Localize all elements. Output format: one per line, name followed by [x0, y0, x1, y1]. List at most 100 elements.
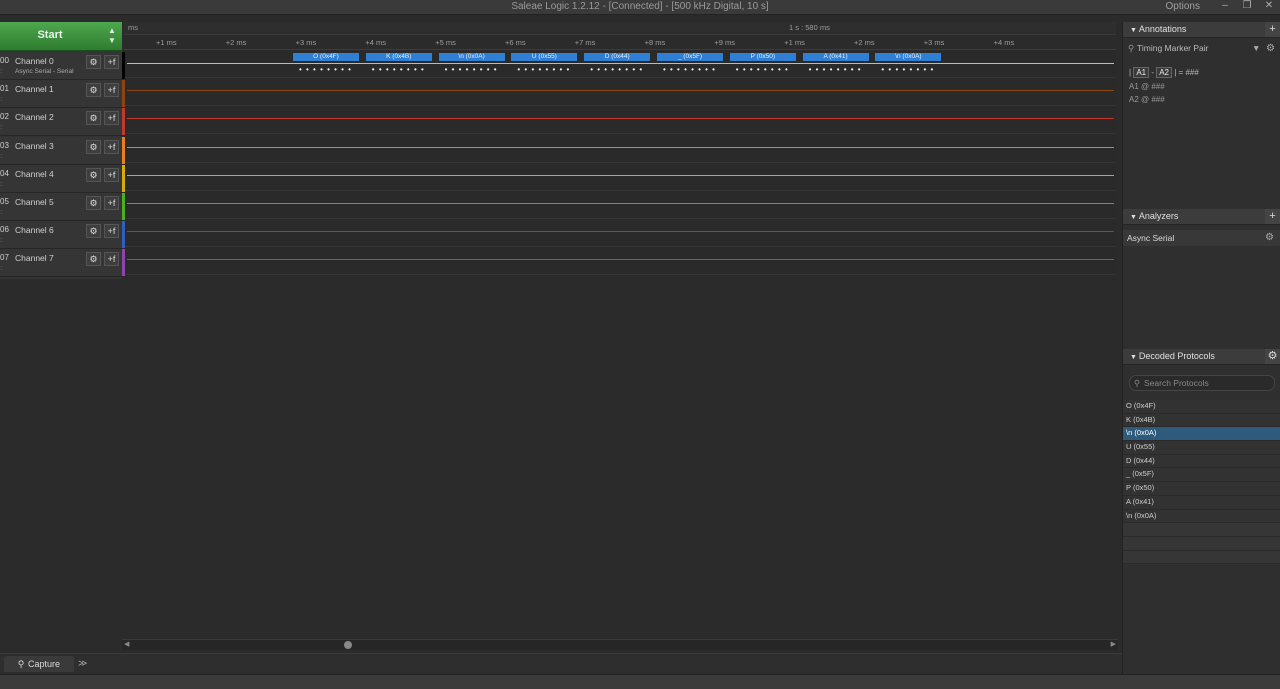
timeline-ruler[interactable]: +1 ms +2 ms +3 ms +4 ms +5 ms +6 ms +7 ms +8 ms…	[124, 35, 1116, 50]
annotations-settings-gear-icon[interactable]: ⚙	[1266, 43, 1275, 54]
scroll-thumb[interactable]	[344, 641, 352, 649]
start-up-arrow-icon[interactable]: ▲	[107, 27, 117, 35]
channel-settings-gear-icon[interactable]: ⚙	[86, 55, 101, 69]
drag-handle-icon[interactable]: :::	[0, 154, 3, 160]
channel-row-0[interactable]: 00 Channel 0 Async Serial - Serial::: ⚙ +f	[0, 52, 122, 80]
decoded-protocol-item[interactable]: P (0x50)	[1123, 482, 1280, 496]
waveform-lane-4[interactable]	[124, 163, 1116, 191]
search-protocols-input[interactable]: ⚲ Search Protocols	[1129, 375, 1275, 391]
decoded-frame-bubble[interactable]: \n (0x0A)	[875, 53, 942, 61]
trigger-button[interactable]: +f	[104, 111, 119, 126]
decoded-protocol-item[interactable]: A (0x41)	[1123, 495, 1280, 510]
trigger-button[interactable]: +f	[104, 252, 119, 267]
channel-settings-gear-icon[interactable]: ⚙	[86, 83, 101, 98]
start-down-arrow-icon[interactable]: ▼	[107, 37, 117, 45]
channel-name[interactable]: Channel 6	[15, 225, 54, 235]
decoded-protocol-item[interactable]: \n (0x0A)	[1123, 509, 1280, 524]
decoded-protocol-item[interactable]: K (0x4B)	[1123, 413, 1280, 428]
decoded-protocol-list[interactable]: O (0x4F) K (0x4B) \n (0x0A) U (0x55) D (0x44…	[1123, 400, 1280, 565]
decoded-protocol-item[interactable]: O (0x4F)	[1123, 400, 1280, 414]
channel-settings-gear-icon[interactable]: ⚙	[86, 224, 101, 239]
close-button[interactable]: ✕	[1258, 0, 1280, 14]
minimize-button[interactable]: –	[1214, 0, 1236, 14]
waveform-lane-7[interactable]	[124, 247, 1116, 276]
signal-line	[127, 90, 1114, 92]
start-button[interactable]: Start ▲ ▼	[0, 22, 122, 51]
add-analyzer-button[interactable]: +	[1265, 209, 1280, 224]
channel-row-7[interactable]: 07 Channel 7::: ⚙ +f	[0, 249, 122, 278]
decoded-protocol-item[interactable]: U (0x55)	[1123, 441, 1280, 455]
waveform-lane-2[interactable]	[124, 106, 1116, 135]
a2-marker-button[interactable]: A2	[1156, 67, 1173, 78]
channel-name[interactable]: Channel 7	[15, 253, 54, 263]
trigger-button[interactable]: +f	[104, 196, 119, 210]
options-menu[interactable]: Options	[1166, 1, 1200, 12]
channel-name[interactable]: Channel 1	[15, 84, 54, 94]
more-tabs-button[interactable]: ≫	[78, 658, 87, 669]
drag-handle-icon[interactable]: :::	[0, 238, 3, 244]
channel-settings-gear-icon[interactable]: ⚙	[86, 111, 101, 126]
decoded-protocols-header[interactable]: Decoded Protocols ⚙	[1123, 349, 1280, 365]
analyzers-header[interactable]: Analyzers +	[1123, 209, 1280, 225]
trigger-button[interactable]: +f	[104, 224, 119, 239]
waveform-lane-0[interactable]: O (0x4F) • • • • • • • • K (0x4B) • • • • •…	[124, 50, 1116, 78]
restore-button[interactable]: ❐	[1236, 0, 1258, 14]
channel-row-3[interactable]: 03 Channel 3::: ⚙ +f	[0, 136, 122, 165]
dropdown-chevron-icon[interactable]: ▼	[1252, 43, 1260, 53]
channel-row-5[interactable]: 05 Channel 5::: ⚙ +f	[0, 193, 122, 221]
annotations-title: Annotations	[1130, 24, 1187, 34]
channel-settings-gear-icon[interactable]: ⚙	[86, 167, 101, 182]
decoded-frame-bubble[interactable]: D (0x44)	[584, 53, 651, 61]
waveform-lane-1[interactable]	[124, 78, 1116, 107]
waveform-lane-6[interactable]	[124, 219, 1116, 248]
analyzer-item[interactable]: Async Serial ⚙	[1123, 230, 1280, 246]
capture-tab[interactable]: ⚲ Capture	[4, 656, 74, 672]
drag-handle-icon[interactable]: :::	[0, 125, 3, 131]
decoded-frame-bubble[interactable]: O (0x4F)	[293, 53, 359, 61]
channel-name[interactable]: Channel 4	[15, 169, 54, 179]
scroll-left-arrow-icon[interactable]: ◀	[124, 640, 129, 648]
horizontal-scrollbar[interactable]: ◀ ▶	[122, 639, 1118, 650]
decoded-frame-bubble[interactable]: K (0x4B)	[365, 53, 432, 61]
waveform-lane-5[interactable]	[124, 191, 1116, 219]
channel-row-6[interactable]: 06 Channel 6::: ⚙ +f	[0, 221, 122, 250]
channel-settings-gear-icon[interactable]: ⚙	[86, 139, 101, 154]
channel-row-1[interactable]: 01 Channel 1::: ⚙ +f	[0, 80, 122, 109]
channel-settings-gear-icon[interactable]: ⚙	[86, 196, 101, 210]
decoded-protocol-item[interactable]: _ (0x5F)	[1123, 468, 1280, 483]
trigger-button[interactable]: +f	[104, 167, 119, 182]
scroll-right-arrow-icon[interactable]: ▶	[1111, 640, 1116, 648]
decoded-protocol-item[interactable]: \n (0x0A)	[1123, 427, 1280, 442]
analyzer-settings-gear-icon[interactable]: ⚙	[1265, 232, 1274, 243]
channel-row-4[interactable]: 04 Channel 4::: ⚙ +f	[0, 164, 122, 193]
channel-number: 04	[0, 168, 9, 178]
decoded-frame-bubble[interactable]: \n (0x0A)	[438, 53, 505, 61]
drag-handle-icon[interactable]: :::	[0, 210, 3, 216]
drag-handle-icon[interactable]: :::	[0, 69, 3, 75]
marker-pair-selector[interactable]: ⚲ Timing Marker Pair ▼	[1128, 43, 1260, 53]
annotations-header[interactable]: Annotations +	[1123, 22, 1280, 38]
decoded-protocol-item[interactable]: D (0x44)	[1123, 454, 1280, 469]
decoded-frame-bubble[interactable]: A (0x41)	[802, 53, 869, 61]
trigger-button[interactable]: +f	[104, 139, 119, 154]
trigger-button[interactable]: +f	[104, 55, 119, 69]
channel-row-2[interactable]: 02 Channel 2::: ⚙ +f	[0, 108, 122, 137]
add-annotation-button[interactable]: +	[1265, 22, 1280, 37]
channel-color-bar	[122, 193, 125, 220]
decoded-protocols-gear-icon[interactable]: ⚙	[1265, 349, 1280, 364]
decoded-frame-bubble[interactable]: _ (0x5F)	[657, 53, 723, 61]
drag-handle-icon[interactable]: :::	[0, 266, 3, 272]
a1-marker-button[interactable]: A1	[1133, 67, 1150, 78]
waveform-area[interactable]: O (0x4F) • • • • • • • • K (0x4B) • • • • •…	[124, 50, 1116, 279]
waveform-lane-3[interactable]	[124, 135, 1116, 163]
decoded-frame-bubble[interactable]: U (0x55)	[511, 53, 578, 61]
channel-settings-gear-icon[interactable]: ⚙	[86, 252, 101, 267]
drag-handle-icon[interactable]: :::	[0, 182, 3, 188]
channel-name[interactable]: Channel 5	[15, 197, 54, 207]
channel-name[interactable]: Channel 3	[15, 141, 54, 151]
decoded-frame-bubble[interactable]: P (0x50)	[729, 53, 796, 61]
trigger-button[interactable]: +f	[104, 83, 119, 98]
drag-handle-icon[interactable]: :::	[0, 97, 3, 103]
channel-name[interactable]: Channel 0	[15, 56, 54, 66]
channel-name[interactable]: Channel 2	[15, 112, 54, 122]
